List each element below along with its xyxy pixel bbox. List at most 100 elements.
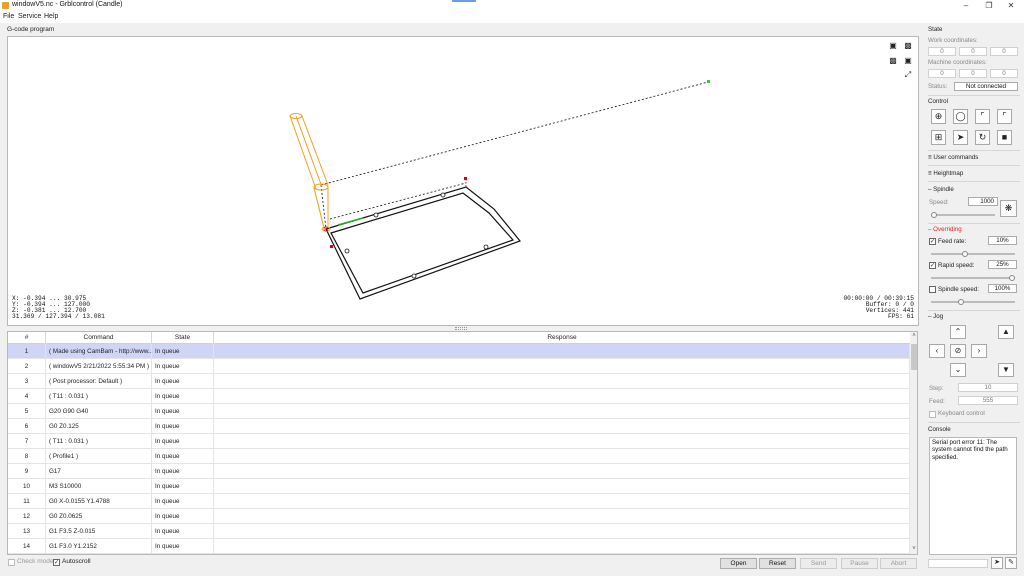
- cell-response: [214, 509, 910, 524]
- spindle-speed-override-label: Spindle speed:: [938, 286, 979, 293]
- spindle-speed-override-input[interactable]: 100%: [988, 284, 1017, 293]
- zero-xy-icon[interactable]: ⌜: [975, 109, 990, 124]
- spindle-slider[interactable]: [931, 214, 995, 216]
- console-command-input[interactable]: [928, 559, 988, 568]
- origin-marker: [464, 177, 467, 180]
- jog-stop-icon[interactable]: ⊘: [950, 344, 966, 358]
- keyboard-control-checkbox[interactable]: [929, 411, 936, 418]
- jog-y-plus-icon[interactable]: ⌃: [950, 325, 966, 339]
- jog-x-plus-icon[interactable]: ›: [971, 344, 987, 358]
- menu-help[interactable]: Help: [44, 13, 58, 20]
- spindle-toggle-icon[interactable]: ❋: [1000, 200, 1017, 217]
- unlock-icon[interactable]: ■: [997, 130, 1012, 145]
- view-left-icon[interactable]: ▩: [888, 56, 898, 66]
- view-iso-icon[interactable]: ▣: [903, 56, 913, 66]
- tab-marker: [344, 248, 350, 254]
- scroll-down-icon[interactable]: ˅: [910, 546, 917, 552]
- state-title: State: [928, 26, 943, 33]
- safe-position-icon[interactable]: ➤: [953, 130, 968, 145]
- spindle-speed-override-slider-knob[interactable]: [958, 299, 965, 305]
- spindle-speed-input[interactable]: 1000: [968, 197, 998, 206]
- spindle-section[interactable]: – Spindle: [928, 186, 954, 193]
- table-row[interactable]: 11 G0 X-0.0155 Y1.4788 In queue: [8, 494, 910, 509]
- cell-command: G0 Z0.0625: [46, 509, 152, 524]
- table-row[interactable]: 10 M3 S10000 In queue: [8, 479, 910, 494]
- scroll-up-icon[interactable]: ˄: [910, 333, 917, 339]
- rapid-speed-slider-knob[interactable]: [1009, 275, 1015, 281]
- jog-y-minus-icon[interactable]: ⌄: [950, 363, 966, 377]
- table-row[interactable]: 12 G0 Z0.0625 In queue: [8, 509, 910, 524]
- cell-command: G1 F3.5 Z-0.015: [46, 524, 152, 539]
- console-send-icon[interactable]: ➤: [991, 557, 1003, 569]
- header-response[interactable]: Response: [214, 332, 910, 344]
- restore-origin-icon[interactable]: ⊞: [931, 130, 946, 145]
- menu-file[interactable]: File: [3, 13, 14, 20]
- table-row[interactable]: 6 G0 Z0.125 In queue: [8, 419, 910, 434]
- gcode-table[interactable]: # Command State Response 1( Made using C…: [7, 331, 918, 555]
- table-scrollbar[interactable]: ˄ ˅: [910, 332, 917, 554]
- view-top-icon[interactable]: ▣: [888, 41, 898, 51]
- table-row[interactable]: 5 G20 G90 G40 In queue: [8, 404, 910, 419]
- autoscroll-checkbox[interactable]: ✓: [53, 559, 60, 566]
- feed-rate-slider[interactable]: [931, 253, 1015, 255]
- menu-service[interactable]: Service: [18, 13, 41, 20]
- splitter-handle[interactable]: [455, 327, 467, 330]
- send-button[interactable]: Send: [800, 558, 837, 569]
- cell-state: In queue: [152, 374, 214, 389]
- console-clear-icon[interactable]: ✎: [1005, 557, 1017, 569]
- rapid-move-line: [329, 182, 467, 220]
- feed-rate-input[interactable]: 10%: [988, 236, 1017, 245]
- abort-button[interactable]: Abort: [880, 558, 917, 569]
- cell-command: G17: [46, 464, 152, 479]
- table-row[interactable]: 3( Post processor: Default ) In queue: [8, 374, 910, 389]
- soft-reset-icon[interactable]: ↻: [975, 130, 990, 145]
- feed-rate-checkbox[interactable]: ✓: [929, 238, 936, 245]
- table-row[interactable]: 9 G17 In queue: [8, 464, 910, 479]
- header-state[interactable]: State: [152, 332, 214, 344]
- minimize-icon[interactable]: –: [955, 0, 977, 11]
- rapid-speed-checkbox[interactable]: ✓: [929, 262, 936, 269]
- jog-section[interactable]: – Jog: [928, 313, 943, 320]
- pause-button[interactable]: Pause: [841, 558, 878, 569]
- gcode-viewport[interactable]: ▣ ▩ ▩ ▣ ⤢ X: -0.394 ... 30.975 Y: -0.394…: [7, 36, 919, 326]
- jog-z-plus-icon[interactable]: ▲: [998, 325, 1014, 339]
- table-row[interactable]: 8( Profile1 ) In queue: [8, 449, 910, 464]
- home-icon[interactable]: ⊕: [931, 109, 946, 124]
- cell-state: In queue: [152, 479, 214, 494]
- close-icon[interactable]: ✕: [1000, 0, 1022, 11]
- jog-x-minus-icon[interactable]: ‹: [929, 344, 945, 358]
- table-row[interactable]: 1( Made using CamBam - http://www.... In …: [8, 344, 910, 359]
- table-row[interactable]: 7( T11 : 0.031 ) In queue: [8, 434, 910, 449]
- rapid-speed-slider[interactable]: [931, 277, 1015, 279]
- user-commands-section[interactable]: ≡ User commands: [928, 154, 978, 161]
- header-number[interactable]: #: [8, 332, 46, 344]
- spindle-slider-knob[interactable]: [931, 212, 937, 218]
- table-row[interactable]: 14 G1 F3.0 Y1.2152 In queue: [8, 539, 910, 554]
- outer-profile-path: [325, 186, 521, 300]
- overriding-section[interactable]: – Overriding: [928, 226, 962, 233]
- table-row[interactable]: 2( windowV5 2/21/2022 5:55:34 PM ) In que…: [8, 359, 910, 374]
- cell-command: G20 G90 G40: [46, 404, 152, 419]
- probe-z-icon[interactable]: ◯: [953, 109, 968, 124]
- jog-feed-input[interactable]: 555: [958, 396, 1018, 405]
- rapid-speed-input[interactable]: 25%: [988, 260, 1017, 269]
- reset-button[interactable]: Reset: [759, 558, 796, 569]
- jog-z-minus-icon[interactable]: ▼: [998, 363, 1014, 377]
- heightmap-section[interactable]: ≡ Heightmap: [928, 170, 963, 177]
- view-front-icon[interactable]: ▩: [903, 41, 913, 51]
- restore-icon[interactable]: ❐: [978, 0, 1000, 11]
- header-command[interactable]: Command: [46, 332, 152, 344]
- jog-step-input[interactable]: 10: [958, 383, 1018, 392]
- zero-z-icon[interactable]: ⌜: [997, 109, 1012, 124]
- feed-rate-slider-knob[interactable]: [962, 251, 969, 257]
- spindle-speed-override-slider[interactable]: [931, 301, 1015, 303]
- spindle-speed-checkbox[interactable]: [929, 286, 936, 293]
- scroll-thumb[interactable]: [911, 344, 917, 370]
- table-row[interactable]: 13 G1 F3.5 Z-0.015 In queue: [8, 524, 910, 539]
- cell-number: 12: [8, 509, 46, 524]
- table-row[interactable]: 4( T11 : 0.031 ) In queue: [8, 389, 910, 404]
- fit-view-icon[interactable]: ⤢: [903, 70, 913, 80]
- open-button[interactable]: Open: [720, 558, 757, 569]
- check-mode-checkbox[interactable]: [8, 559, 15, 566]
- console-output: Serial port error 11: The system cannot …: [929, 437, 1017, 555]
